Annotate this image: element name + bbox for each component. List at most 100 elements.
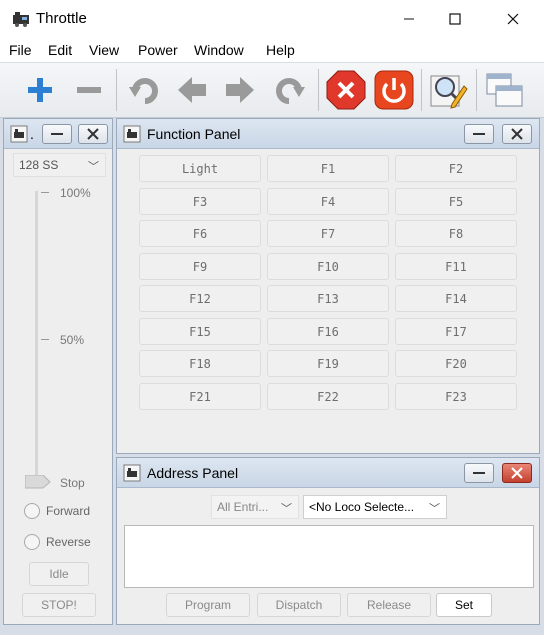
switch-direction-button[interactable]	[268, 68, 312, 112]
toolbar	[0, 62, 544, 118]
function-panel-title: Function Panel	[147, 126, 241, 142]
forward-button[interactable]	[218, 68, 262, 112]
idle-button[interactable]: Idle	[29, 562, 89, 586]
function-button-f14[interactable]: F14	[395, 285, 517, 312]
window-preferences-button[interactable]	[482, 68, 526, 112]
stop-icon	[326, 70, 366, 110]
address-panel-minimize-button[interactable]	[464, 463, 494, 483]
function-button-f9[interactable]: F9	[139, 253, 261, 280]
loco-select[interactable]: <No Loco Selecte... ﹀	[303, 495, 447, 519]
function-button-f1[interactable]: F1	[267, 155, 389, 182]
tick-mark	[41, 339, 49, 340]
speed-label-50: 50%	[60, 333, 85, 347]
panel-icon	[10, 125, 28, 143]
chevron-down-icon: ﹀	[88, 161, 99, 173]
speed-slider-thumb[interactable]	[25, 475, 51, 489]
address-panel-close-button[interactable]	[502, 463, 532, 483]
function-button-f2[interactable]: F2	[395, 155, 517, 182]
plus-icon	[28, 78, 52, 102]
menu-bar: File Edit View Power Window Help	[0, 38, 544, 62]
menu-file[interactable]: File	[9, 42, 32, 58]
function-button-f20[interactable]: F20	[395, 350, 517, 377]
function-button-f8[interactable]: F8	[395, 220, 517, 247]
function-button-f19[interactable]: F19	[267, 350, 389, 377]
loco-select-value: <No Loco Selecte...	[309, 500, 415, 514]
toolbar-separator	[421, 69, 422, 111]
tick-mark	[41, 192, 49, 193]
roster-filter-select[interactable]: All Entri... ﹀	[211, 495, 299, 519]
power-button[interactable]	[372, 68, 416, 112]
address-panel: Address Panel All Entri... ﹀ <No Loco Se…	[116, 457, 540, 625]
arrow-right-icon	[226, 77, 254, 103]
function-button-f3[interactable]: F3	[139, 188, 261, 215]
speed-steps-value: 128 SS	[19, 158, 59, 172]
program-button[interactable]: Program	[166, 593, 250, 617]
menu-power[interactable]: Power	[138, 42, 178, 58]
stop-button[interactable]: STOP!	[22, 593, 96, 617]
reverse-direction-button[interactable]	[122, 68, 166, 112]
emergency-stop-button[interactable]	[324, 68, 368, 112]
menu-window[interactable]: Window	[194, 42, 244, 58]
function-button-f16[interactable]: F16	[267, 318, 389, 345]
set-button[interactable]: Set	[436, 593, 492, 617]
function-button-f10[interactable]: F10	[267, 253, 389, 280]
control-panel-titlebar: .	[4, 119, 112, 149]
close-icon	[87, 128, 99, 140]
address-list[interactable]	[124, 525, 534, 588]
function-button-f15[interactable]: F15	[139, 318, 261, 345]
function-panel-close-button[interactable]	[502, 124, 532, 144]
reverse-radio[interactable]	[24, 534, 40, 550]
speed-down-button[interactable]	[67, 68, 111, 112]
speed-label-stop: Stop	[60, 476, 85, 490]
function-button-f6[interactable]: F6	[139, 220, 261, 247]
menu-edit[interactable]: Edit	[48, 42, 72, 58]
close-icon	[511, 467, 523, 479]
dispatch-button[interactable]: Dispatch	[257, 593, 341, 617]
function-button-f23[interactable]: F23	[395, 383, 517, 410]
minimize-icon	[51, 133, 63, 135]
forward-radio[interactable]	[24, 503, 40, 519]
roster-edit-button[interactable]	[426, 68, 470, 112]
reverse-label: Reverse	[46, 535, 91, 549]
function-button-light[interactable]: Light	[139, 155, 261, 182]
function-button-f11[interactable]: F11	[395, 253, 517, 280]
function-button-f5[interactable]: F5	[395, 188, 517, 215]
maximize-button[interactable]	[432, 0, 478, 38]
backward-button[interactable]	[170, 68, 214, 112]
minimize-icon	[473, 472, 485, 474]
function-button-f12[interactable]: F12	[139, 285, 261, 312]
speed-slider-track	[35, 191, 38, 487]
function-panel-minimize-button[interactable]	[464, 124, 494, 144]
function-button-f7[interactable]: F7	[267, 220, 389, 247]
function-button-f13[interactable]: F13	[267, 285, 389, 312]
chevron-down-icon: ﹀	[281, 503, 292, 515]
control-panel-minimize-button[interactable]	[42, 124, 72, 144]
minimize-icon	[473, 133, 485, 135]
toolbar-separator	[116, 69, 117, 111]
function-button-f22[interactable]: F22	[267, 383, 389, 410]
release-button[interactable]: Release	[347, 593, 431, 617]
function-button-f18[interactable]: F18	[139, 350, 261, 377]
minimize-button[interactable]	[386, 0, 432, 38]
control-panel-close-button[interactable]	[78, 124, 108, 144]
menu-help[interactable]: Help	[266, 42, 295, 58]
panel-icon	[123, 125, 141, 143]
forward-label: Forward	[46, 504, 91, 518]
roster-filter-value: All Entri...	[217, 500, 269, 514]
close-icon	[507, 13, 519, 25]
rotate-left-icon	[129, 78, 158, 104]
control-panel-title: .	[30, 126, 34, 142]
close-button[interactable]	[490, 0, 536, 38]
speed-up-button[interactable]	[18, 68, 62, 112]
edit-magnify-icon	[430, 75, 468, 109]
menu-view[interactable]: View	[89, 42, 119, 58]
speed-steps-select[interactable]: 128 SS ﹀	[13, 153, 106, 177]
train-icon	[13, 12, 29, 27]
toolbar-separator	[476, 69, 477, 111]
address-panel-title: Address Panel	[147, 465, 239, 481]
power-icon	[374, 70, 414, 110]
function-button-f21[interactable]: F21	[139, 383, 261, 410]
maximize-icon	[449, 13, 461, 25]
function-button-f4[interactable]: F4	[267, 188, 389, 215]
function-button-f17[interactable]: F17	[395, 318, 517, 345]
